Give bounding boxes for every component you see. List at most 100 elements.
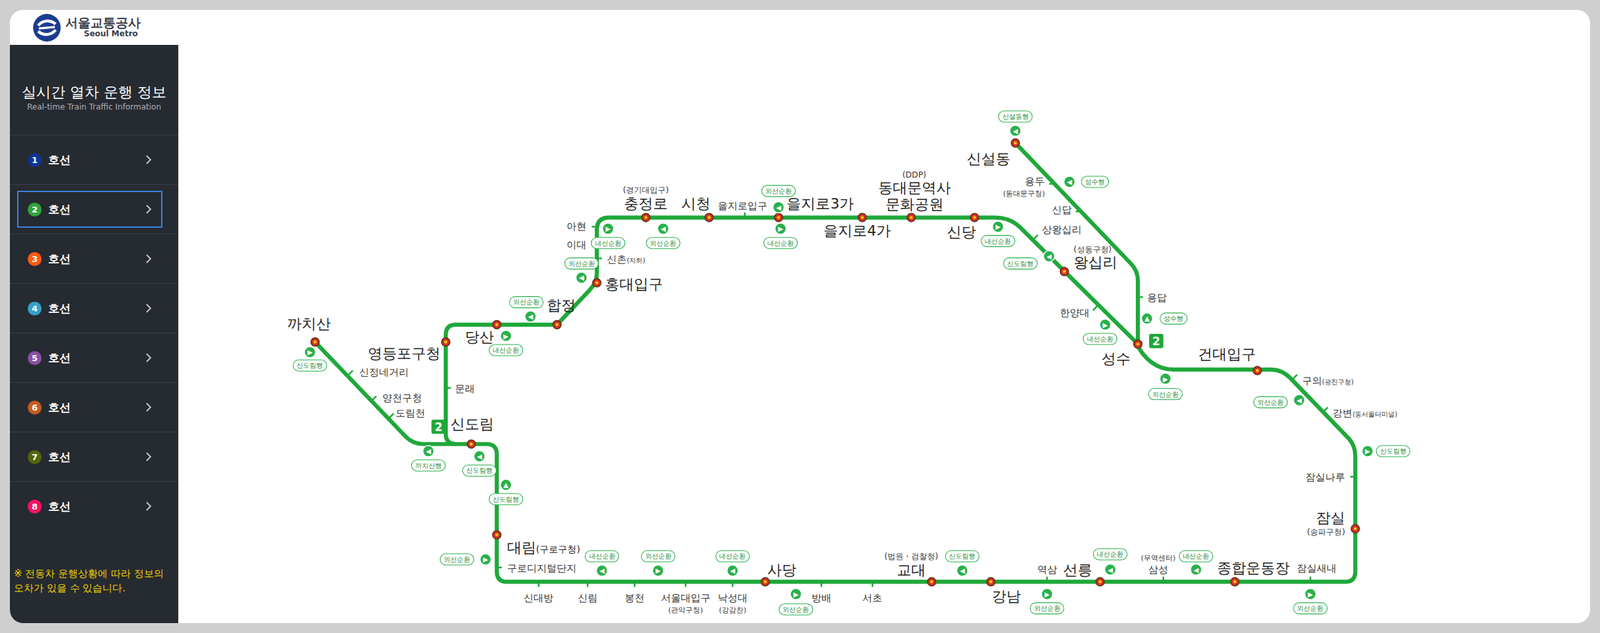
station[interactable]: 신대방 [523,581,554,604]
train[interactable]: ▶내선순환 [981,221,1015,247]
train[interactable]: ◀내선순환 [1179,550,1214,576]
station[interactable]: 을지로4가 [823,213,891,240]
train[interactable]: ◀내선순환 [585,550,619,577]
station[interactable]: 구로디지털단지 [496,562,576,575]
train[interactable]: ▶신도림행 [1361,445,1410,457]
train[interactable]: ◀까치산행 [411,445,446,472]
station[interactable]: 왕십리(성동구청) [1060,244,1118,277]
line-item-box[interactable]: 7호선 [17,438,163,476]
station[interactable]: 신당 [946,213,979,241]
station[interactable]: 신답 [1051,204,1081,216]
station[interactable]: 대림(구로구청) [492,530,581,556]
station[interactable]: 강변(동서울터미널) [1322,407,1398,420]
line-item[interactable]: 7호선 [9,431,179,482]
train[interactable]: ◀내선순환 [715,550,750,577]
station[interactable]: 한양대 [1060,305,1099,319]
train[interactable]: ▶내선순환 [591,223,625,249]
station[interactable]: 서울대입구(관악구청) [660,581,711,615]
train[interactable]: ▶외선순환 [1148,373,1183,400]
station[interactable]: 신림 [577,581,598,604]
line-item-box[interactable]: 5호선 [17,339,163,377]
station[interactable]: 방배 [811,581,832,604]
station[interactable]: 당산 [464,320,502,346]
station[interactable]: 신설동 [966,139,1020,168]
logo[interactable]: 서울교통공사Seoul Metro [9,9,179,45]
station[interactable]: 낙성대(강감찬) [717,581,748,615]
station[interactable]: 구의(광진구청) [1292,375,1354,387]
line-item[interactable]: 3호선 [9,233,179,284]
station[interactable]: 문래 [445,382,475,395]
train-label-pill [764,237,798,249]
train[interactable]: ▲신도림행 [489,479,523,506]
station[interactable]: 을지로3가 [774,195,854,222]
station[interactable]: 도림천 [388,407,426,420]
station[interactable]: 신정네거리 [347,366,409,379]
station[interactable]: 교대(법원・검찰청) [884,552,939,586]
station[interactable]: 신촌(지하) [596,253,646,266]
train[interactable]: ◀외선순환 [509,296,544,323]
station[interactable]: 신도림 [450,416,494,449]
station[interactable]: 충정로(경기대입구) [622,185,669,222]
line-item[interactable]: 5호선 [9,332,179,383]
station[interactable]: 강남 [986,577,1021,605]
station[interactable]: 봉천 [624,581,645,604]
station[interactable]: 상왕십리 [1032,223,1082,241]
station[interactable]: 홍대입구 [592,276,664,293]
line-item[interactable]: 6호선 [9,382,179,432]
station[interactable]: 영등포구청 [367,338,450,362]
station[interactable]: 아현 [566,220,597,233]
line-item[interactable]: 2호선 [9,184,179,234]
train[interactable]: ◀성수행 [1063,176,1109,188]
train[interactable]: ◀외선순환 [646,223,681,249]
station[interactable]: 잠실새내 [1296,562,1337,582]
station[interactable]: 까치산 [287,315,331,347]
station[interactable]: 삼성(무역센터) [1141,554,1176,582]
station[interactable]: 선릉 [1063,561,1105,587]
station[interactable]: 사당 [761,561,797,587]
line-item-box[interactable]: 6호선 [17,388,163,426]
train[interactable]: ◀신도림행 [1003,250,1055,270]
station[interactable]: 합정 [546,297,576,329]
train[interactable]: ▶외선순환 [1293,588,1328,615]
train[interactable]: ◀신도림행 [462,451,497,477]
station-name: 건대입구 [1197,346,1256,363]
train[interactable]: ◀외선순환 [761,185,796,214]
train-arrow: ▶ [995,223,1002,231]
station[interactable]: 건대입구 [1197,346,1262,375]
station[interactable]: 용두(동대문구청) [1003,175,1054,199]
train[interactable]: ▶외선순환 [641,550,675,577]
station[interactable]: 종합운동장 [1217,559,1290,587]
line-item-box[interactable]: 8호선 [17,487,163,525]
train[interactable]: ▶외선순환 [779,588,813,615]
line-item[interactable]: 8호선 [9,481,179,531]
train[interactable]: ◀외선순환 [564,258,599,284]
train[interactable]: ◀신설동행 [998,110,1033,137]
train[interactable]: ▶외선순환 [1030,588,1064,615]
train[interactable]: ▲ 성수행 [1141,313,1188,325]
station[interactable]: 잠실나루 [1305,471,1356,484]
station[interactable]: 용답 [1137,291,1167,304]
train-arrow: ▲ [1144,314,1150,323]
line-item-box[interactable]: 1호선 [17,141,163,179]
station[interactable]: 양천구청 [371,392,422,405]
train[interactable]: ▶내선순환 [489,330,523,356]
station[interactable]: 동대문역사문화공원(DDP) [878,170,951,222]
line-item[interactable]: 4호선 [9,283,179,333]
train[interactable]: ▶외선순환 [440,554,492,566]
train-label: 성수행 [1163,314,1184,323]
train[interactable]: ◀내선순환 [1093,548,1128,576]
line-item-box[interactable]: 2호선 [17,190,163,228]
line-item-box[interactable]: 3호선 [17,240,163,278]
line-item[interactable]: 1호선 [9,134,179,185]
train[interactable]: ▶내선순환 [764,223,798,249]
line-item-box[interactable]: 4호선 [17,289,163,327]
station[interactable]: 서초 [862,581,883,604]
train[interactable]: ▶신도림행 [293,346,327,372]
train[interactable]: ◀신도림행 [945,550,980,577]
train[interactable]: ▶내선순환 [1082,318,1117,345]
station[interactable]: 역삼 [1037,563,1058,583]
train[interactable]: ◀외선순환 [1253,394,1305,409]
station[interactable]: 을지로입구 [717,200,768,218]
station[interactable]: 잠실(송파구청) [1306,509,1359,538]
station[interactable]: 시청 [681,195,714,222]
